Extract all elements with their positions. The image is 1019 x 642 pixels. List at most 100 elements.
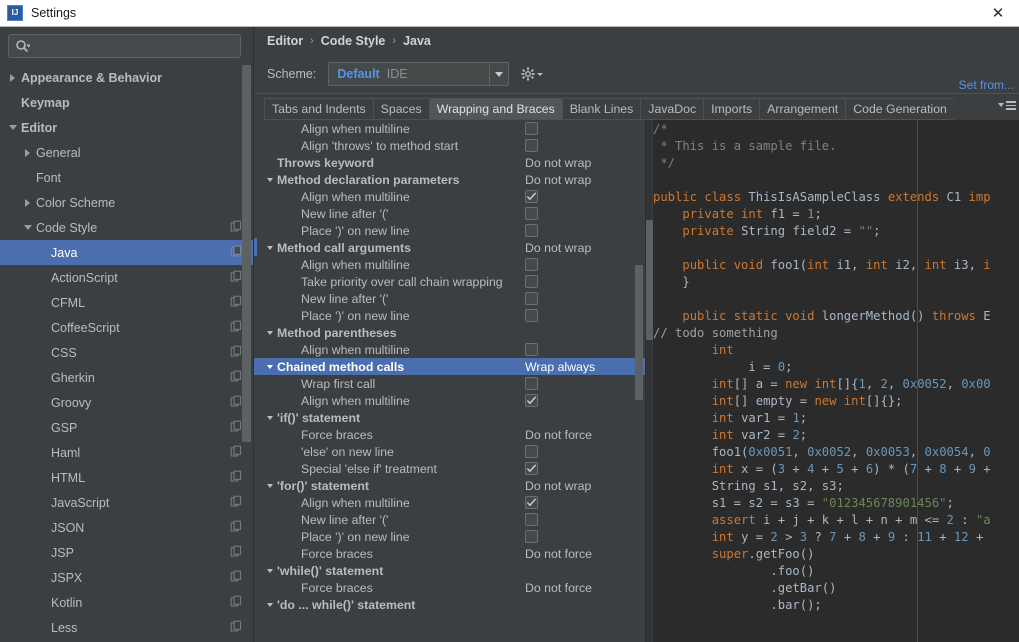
option-checkbox[interactable]: [525, 394, 538, 407]
tab-code-generation[interactable]: Code Generation: [845, 98, 954, 120]
option-row[interactable]: Place ')' on new line: [254, 528, 645, 545]
option-group-row[interactable]: 'while()' statement: [254, 562, 645, 579]
sidebar-item-font[interactable]: Font: [0, 165, 253, 190]
option-group-row[interactable]: Method parentheses: [254, 324, 645, 341]
chevron-down-icon[interactable]: [489, 63, 508, 85]
chevron-down-icon[interactable]: [263, 364, 277, 369]
option-value[interactable]: Wrap always: [525, 360, 595, 374]
chevron-right-icon[interactable]: [22, 147, 33, 158]
copy-icon[interactable]: [230, 445, 243, 461]
breadcrumb-part[interactable]: Editor: [267, 34, 303, 48]
copy-icon[interactable]: [230, 620, 243, 636]
sidebar-item-keymap[interactable]: Keymap: [0, 90, 253, 115]
option-row[interactable]: Align when multiline: [254, 256, 645, 273]
sidebar-item-jspx[interactable]: JSPX: [0, 565, 253, 590]
tab-imports[interactable]: Imports: [703, 98, 760, 120]
sidebar-item-gherkin[interactable]: Gherkin: [0, 365, 253, 390]
option-row[interactable]: Align when multiline: [254, 188, 645, 205]
copy-icon[interactable]: [230, 570, 243, 586]
option-row[interactable]: Align when multiline: [254, 120, 645, 137]
breadcrumb-part[interactable]: Java: [403, 34, 431, 48]
search-box[interactable]: [8, 34, 241, 58]
options-scrollbar-thumb[interactable]: [635, 265, 643, 400]
tab-spaces[interactable]: Spaces: [372, 98, 429, 120]
sidebar-item-jsp[interactable]: JSP: [0, 540, 253, 565]
sidebar-item-actionscript[interactable]: ActionScript: [0, 265, 253, 290]
sidebar-item-code-style[interactable]: Code Style: [0, 215, 253, 240]
option-row[interactable]: New line after '(': [254, 205, 645, 222]
option-checkbox[interactable]: [525, 445, 538, 458]
option-value[interactable]: Do not wrap: [525, 173, 591, 187]
chevron-right-icon[interactable]: [7, 72, 18, 83]
search-input[interactable]: [30, 39, 240, 53]
chevron-down-icon[interactable]: [263, 330, 277, 335]
option-row[interactable]: Take priority over call chain wrapping: [254, 273, 645, 290]
sidebar-item-haml[interactable]: Haml: [0, 440, 253, 465]
option-checkbox[interactable]: [525, 207, 538, 220]
sidebar-item-html[interactable]: HTML: [0, 465, 253, 490]
option-checkbox[interactable]: [525, 530, 538, 543]
option-group-row[interactable]: 'do ... while()' statement: [254, 596, 645, 613]
option-row[interactable]: Place ')' on new line: [254, 222, 645, 239]
option-checkbox[interactable]: [525, 309, 538, 322]
copy-icon[interactable]: [230, 595, 243, 611]
option-row[interactable]: Place ')' on new line: [254, 307, 645, 324]
copy-icon[interactable]: [230, 545, 243, 561]
option-row[interactable]: Force braces Do not force: [254, 579, 645, 596]
sidebar-item-editor[interactable]: Editor: [0, 115, 253, 140]
option-value[interactable]: Do not wrap: [525, 156, 591, 170]
option-group-row[interactable]: Chained method calls Wrap always: [254, 358, 645, 375]
sidebar-item-appearance-behavior[interactable]: Appearance & Behavior: [0, 65, 253, 90]
chevron-down-icon[interactable]: [263, 602, 277, 607]
option-row[interactable]: Align when multiline: [254, 494, 645, 511]
chevron-down-icon[interactable]: [7, 122, 18, 133]
tab-blank-lines[interactable]: Blank Lines: [561, 98, 641, 120]
option-row[interactable]: Force braces Do not force: [254, 426, 645, 443]
code-preview[interactable]: /* * This is a sample file. */ public cla…: [646, 120, 1019, 642]
sidebar-item-javascript[interactable]: JavaScript: [0, 490, 253, 515]
option-group-row[interactable]: Throws keyword Do not wrap: [254, 154, 645, 171]
sidebar-item-kotlin[interactable]: Kotlin: [0, 590, 253, 615]
settings-tabs[interactable]: Tabs and Indents Spaces Wrapping and Brace…: [264, 98, 1019, 120]
option-checkbox[interactable]: [525, 496, 538, 509]
option-checkbox[interactable]: [525, 513, 538, 526]
option-row[interactable]: 'else' on new line: [254, 443, 645, 460]
chevron-down-icon[interactable]: [263, 245, 277, 250]
sidebar-item-coffeescript[interactable]: CoffeeScript: [0, 315, 253, 340]
set-from-link[interactable]: Set from...: [959, 78, 1014, 92]
chevron-down-icon[interactable]: [263, 568, 277, 573]
sidebar-scrollbar-thumb[interactable]: [242, 65, 251, 442]
copy-icon[interactable]: [230, 495, 243, 511]
preview-scrollbar-thumb[interactable]: [646, 220, 653, 340]
option-value[interactable]: Do not wrap: [525, 241, 591, 255]
chevron-down-icon[interactable]: [22, 222, 33, 233]
option-row[interactable]: Wrap first call: [254, 375, 645, 392]
option-checkbox[interactable]: [525, 258, 538, 271]
chevron-down-icon[interactable]: [263, 415, 277, 420]
copy-icon[interactable]: [230, 520, 243, 536]
option-row[interactable]: Align 'throws' to method start: [254, 137, 645, 154]
close-icon[interactable]: ✕: [977, 0, 1019, 26]
tab-wrapping-and-braces[interactable]: Wrapping and Braces: [428, 98, 562, 120]
sidebar-item-less[interactable]: Less: [0, 615, 253, 640]
option-value[interactable]: Do not force: [525, 428, 592, 442]
option-row[interactable]: New line after '(': [254, 511, 645, 528]
sidebar-item-json[interactable]: JSON: [0, 515, 253, 540]
tab-overflow-icon[interactable]: [998, 101, 1016, 110]
option-checkbox[interactable]: [525, 224, 538, 237]
option-group-row[interactable]: Method declaration parameters Do not wrap: [254, 171, 645, 188]
copy-icon[interactable]: [230, 470, 243, 486]
option-checkbox[interactable]: [525, 122, 538, 135]
option-row[interactable]: Align when multiline: [254, 341, 645, 358]
option-checkbox[interactable]: [525, 377, 538, 390]
option-checkbox[interactable]: [525, 139, 538, 152]
sidebar-item-color-scheme[interactable]: Color Scheme: [0, 190, 253, 215]
option-group-row[interactable]: 'if()' statement: [254, 409, 645, 426]
option-checkbox[interactable]: [525, 292, 538, 305]
scheme-dropdown[interactable]: Default IDE: [328, 62, 510, 86]
option-row[interactable]: New line after '(': [254, 290, 645, 307]
option-checkbox[interactable]: [525, 343, 538, 356]
sidebar-item-general[interactable]: General: [0, 140, 253, 165]
option-row[interactable]: Force braces Do not force: [254, 545, 645, 562]
option-value[interactable]: Do not wrap: [525, 479, 591, 493]
